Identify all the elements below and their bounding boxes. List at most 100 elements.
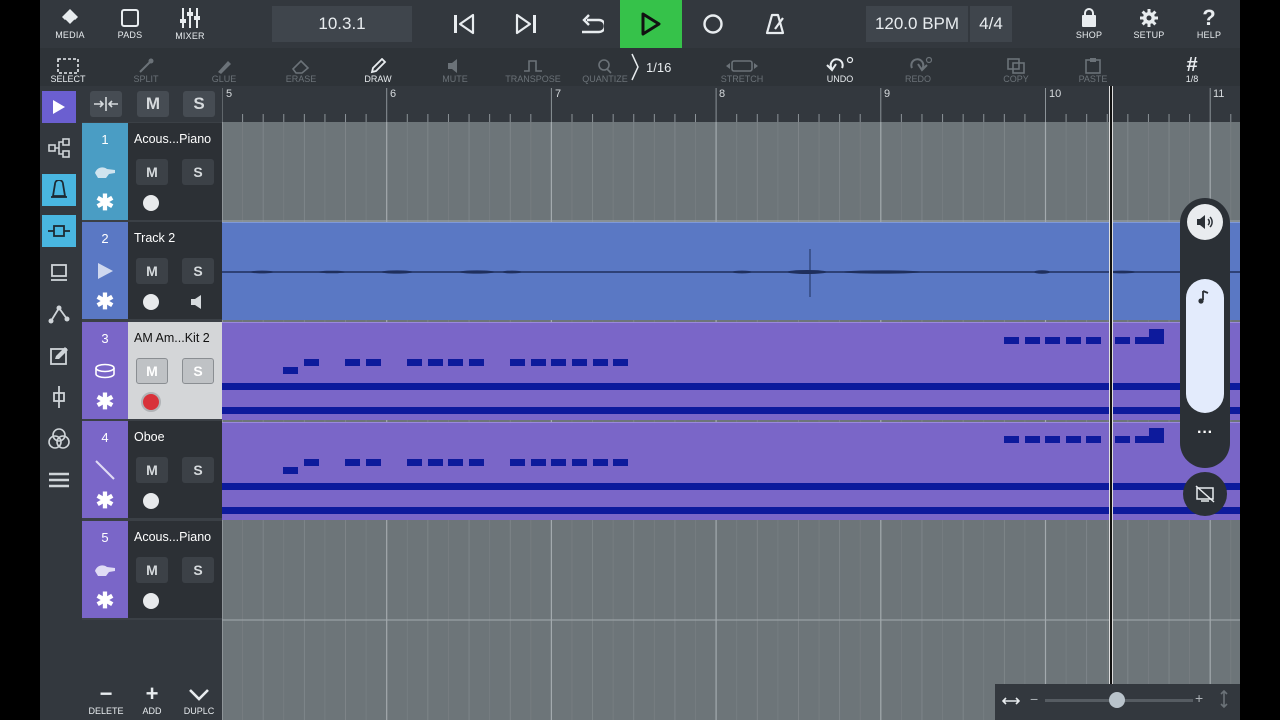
menu-button[interactable] bbox=[42, 464, 76, 496]
track-header[interactable]: 1 Acous...Piano ✱ M S bbox=[82, 123, 222, 220]
record-arm-button[interactable] bbox=[143, 493, 159, 509]
split-tool[interactable]: SPLIT bbox=[111, 48, 181, 86]
help-label: HELP bbox=[1196, 30, 1222, 40]
signature-display[interactable]: 4/4 bbox=[970, 6, 1012, 42]
routing-view-button[interactable] bbox=[42, 132, 76, 164]
monitor-icon bbox=[51, 264, 67, 281]
paste-label: PASTE bbox=[1078, 74, 1108, 84]
paste-button[interactable]: PASTE bbox=[1058, 48, 1128, 86]
audio-event[interactable] bbox=[222, 222, 1240, 320]
quantize-value-selector[interactable]: 1/16 bbox=[630, 50, 690, 84]
delete-track-button[interactable]: − DELETE bbox=[86, 683, 126, 717]
media-icon bbox=[62, 9, 78, 27]
hide-controls-button[interactable] bbox=[1183, 472, 1227, 516]
track-solo-button[interactable]: S bbox=[182, 159, 214, 185]
setup-button[interactable]: SETUP bbox=[1129, 0, 1169, 48]
help-button[interactable]: ? HELP bbox=[1189, 0, 1229, 48]
glue-tool[interactable]: GLUE bbox=[189, 48, 259, 86]
track-solo-button[interactable]: S bbox=[182, 358, 214, 384]
pads-label: PADS bbox=[117, 30, 143, 40]
quantize-icon bbox=[598, 59, 612, 74]
duplicate-track-button[interactable]: DUPLC bbox=[179, 684, 219, 716]
record-arm-button[interactable] bbox=[143, 593, 159, 609]
fx-view-button[interactable] bbox=[42, 423, 76, 455]
track-fx-icon[interactable]: ✱ bbox=[94, 588, 116, 613]
redo-button[interactable]: REDO bbox=[883, 48, 953, 86]
undo-button[interactable]: UNDO bbox=[805, 48, 875, 86]
track-mute-button[interactable]: M bbox=[136, 159, 168, 185]
music-note-icon bbox=[1198, 290, 1209, 304]
select-tool[interactable]: SELECT bbox=[40, 48, 103, 86]
draw-tool[interactable]: DRAW bbox=[343, 48, 413, 86]
forward-button[interactable] bbox=[496, 0, 556, 48]
track-header[interactable]: 5 Acous...Piano ✱ M S bbox=[82, 521, 222, 618]
fader-view-button[interactable] bbox=[42, 381, 76, 413]
volume-slider[interactable] bbox=[1186, 279, 1224, 413]
more-options-icon[interactable]: ··· bbox=[1192, 425, 1218, 448]
transpose-label: TRANSPOSE bbox=[505, 74, 561, 84]
track-list-toggle-button[interactable] bbox=[90, 91, 122, 117]
loop-icon bbox=[582, 14, 604, 34]
track-header[interactable]: 2 Track 2 ✱ M S bbox=[82, 222, 222, 319]
track-fx-icon[interactable]: ✱ bbox=[94, 488, 116, 513]
inspector-toggle-button[interactable] bbox=[42, 91, 76, 123]
playhead-cursor[interactable] bbox=[1109, 86, 1113, 686]
volume-button[interactable] bbox=[1187, 204, 1223, 240]
shop-button[interactable]: SHOP bbox=[1069, 0, 1109, 48]
midi-event[interactable] bbox=[222, 322, 1240, 420]
vertical-zoom-icon[interactable] bbox=[1219, 689, 1233, 710]
erase-tool[interactable]: ERASE bbox=[266, 48, 336, 86]
track-header[interactable]: 3 AM Am...Kit 2 ✱ M S bbox=[82, 322, 222, 419]
loop-button[interactable] bbox=[558, 0, 620, 48]
track-mute-button[interactable]: M bbox=[136, 358, 168, 384]
monitor-view-button[interactable] bbox=[42, 257, 76, 289]
metronome-button[interactable] bbox=[744, 0, 806, 48]
track-fx-icon[interactable]: ✱ bbox=[94, 190, 116, 215]
stretch-tool[interactable]: STRETCH bbox=[707, 48, 777, 86]
setup-label: SETUP bbox=[1133, 30, 1165, 40]
split-icon bbox=[139, 58, 154, 73]
global-mute-button[interactable]: M bbox=[137, 91, 169, 117]
rewind-button[interactable] bbox=[434, 0, 494, 48]
add-track-button[interactable]: + ADD bbox=[132, 683, 172, 717]
bell-icon bbox=[51, 180, 67, 198]
track-number: 4 bbox=[101, 429, 109, 445]
instrument-view-button[interactable] bbox=[42, 174, 76, 206]
zoom-out-button[interactable]: − bbox=[1030, 691, 1038, 707]
monitor-speaker-icon[interactable] bbox=[190, 294, 206, 310]
track-fx-icon[interactable]: ✱ bbox=[94, 389, 116, 414]
position-value: 10.3.1 bbox=[318, 14, 366, 33]
transpose-tool[interactable]: TRANSPOSE bbox=[498, 48, 568, 86]
track-mute-button[interactable]: M bbox=[136, 457, 168, 483]
record-arm-button[interactable] bbox=[143, 294, 159, 310]
play-button[interactable] bbox=[620, 0, 682, 48]
track-mute-button[interactable]: M bbox=[136, 258, 168, 284]
track-fx-icon[interactable]: ✱ bbox=[94, 289, 116, 314]
record-arm-button[interactable] bbox=[143, 195, 159, 211]
delete-label: DELETE bbox=[88, 706, 124, 716]
zoom-slider-thumb[interactable] bbox=[1109, 692, 1125, 708]
track-solo-button[interactable]: S bbox=[182, 258, 214, 284]
editor-view-button[interactable] bbox=[42, 215, 76, 247]
track-solo-button[interactable]: S bbox=[182, 557, 214, 583]
record-arm-button[interactable] bbox=[141, 392, 161, 412]
track-solo-button[interactable]: S bbox=[182, 457, 214, 483]
shop-label: SHOP bbox=[1075, 30, 1103, 40]
arrange-view[interactable]: 5 6 7 8 9 10 11 ··· − + bbox=[222, 86, 1240, 720]
mute-tool[interactable]: MUTE bbox=[420, 48, 490, 86]
record-button[interactable] bbox=[682, 0, 744, 48]
zoom-in-button[interactable]: + bbox=[1195, 690, 1203, 706]
track-mute-button[interactable]: M bbox=[136, 557, 168, 583]
automation-view-button[interactable] bbox=[42, 298, 76, 330]
notepad-view-button[interactable] bbox=[42, 340, 76, 372]
global-solo-button[interactable]: S bbox=[183, 91, 215, 117]
media-button[interactable]: MEDIA bbox=[50, 0, 90, 48]
copy-button[interactable]: COPY bbox=[981, 48, 1051, 86]
midi-event[interactable] bbox=[222, 422, 1240, 520]
track-header[interactable]: 4 Oboe ✱ M S bbox=[82, 421, 222, 518]
mixer-button[interactable]: MIXER bbox=[170, 0, 210, 48]
pads-button[interactable]: PADS bbox=[110, 0, 150, 48]
position-display[interactable]: 10.3.1 bbox=[272, 6, 412, 42]
grid-button[interactable]: # 1/8 bbox=[1157, 48, 1227, 86]
tempo-display[interactable]: 120.0 BPM bbox=[866, 6, 968, 42]
